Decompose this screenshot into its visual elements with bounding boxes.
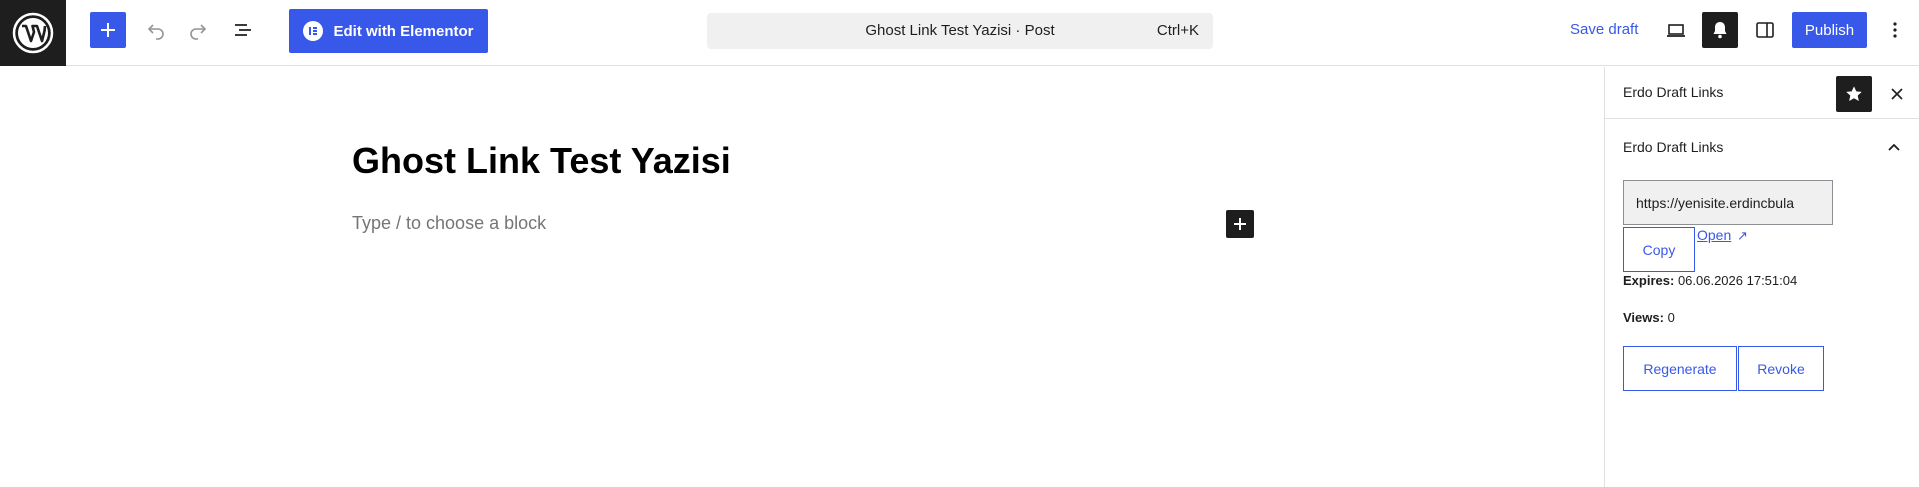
regenerate-link-button[interactable]: Regenerate xyxy=(1623,346,1737,391)
plugin-sidebar: Erdo Draft Links Erdo Draft Links Copy O… xyxy=(1604,67,1919,487)
options-menu-button[interactable] xyxy=(1877,12,1913,48)
expires-value: 06.06.2026 17:51:04 xyxy=(1677,273,1798,288)
command-bar-title: Ghost Link Test Yazisi · Post xyxy=(865,22,1055,39)
chevron-up-icon xyxy=(1888,143,1900,151)
editor-top-toolbar: Edit with Elementor Ghost Link Test Yazi… xyxy=(0,0,1919,66)
redo-button[interactable] xyxy=(180,12,216,48)
open-link[interactable]: Open xyxy=(1697,227,1731,243)
draft-link-url-field[interactable] xyxy=(1623,180,1833,225)
elementor-icon xyxy=(303,21,324,41)
panel-title: Erdo Draft Links xyxy=(1623,139,1724,155)
preview-button[interactable] xyxy=(1658,12,1694,48)
more-vertical-icon xyxy=(1893,22,1897,38)
revoke-link-button[interactable]: Revoke xyxy=(1738,346,1824,391)
undo-icon xyxy=(147,24,164,40)
list-view-icon xyxy=(235,24,251,36)
default-block-placeholder[interactable]: Type / to choose a block xyxy=(352,213,546,234)
expires-label: Expires: xyxy=(1623,273,1675,288)
notifications-button[interactable] xyxy=(1702,12,1738,48)
external-link-icon: ↗ xyxy=(1737,228,1748,243)
inline-block-inserter-button[interactable] xyxy=(1226,210,1254,238)
draft-links-panel-toggle[interactable]: Erdo Draft Links xyxy=(1623,139,1903,161)
close-sidebar-button[interactable] xyxy=(1881,78,1913,110)
star-icon xyxy=(1846,86,1862,102)
editor-canvas: Ghost Link Test Yazisi Type / to choose … xyxy=(0,67,1604,487)
views-label: Views: xyxy=(1623,310,1664,325)
settings-sidebar-toggle-button[interactable] xyxy=(1747,12,1783,48)
close-icon xyxy=(1891,88,1903,100)
copy-link-button[interactable]: Copy xyxy=(1623,227,1695,272)
edit-with-elementor-button[interactable]: Edit with Elementor xyxy=(289,9,488,53)
publish-button[interactable]: Publish xyxy=(1792,12,1867,48)
post-title[interactable]: Ghost Link Test Yazisi xyxy=(352,140,731,182)
expires-row: Expires: 06.06.2026 17:51:04 xyxy=(1623,273,1797,288)
views-value: 0 xyxy=(1667,310,1675,325)
wordpress-logo-button[interactable] xyxy=(0,0,66,66)
pin-sidebar-button[interactable] xyxy=(1836,76,1872,112)
bell-icon xyxy=(1713,22,1727,39)
sidebar-header: Erdo Draft Links xyxy=(1605,67,1919,119)
block-inserter-toggle-button[interactable] xyxy=(90,12,126,48)
desktop-preview-icon xyxy=(1667,24,1685,37)
document-overview-button[interactable] xyxy=(225,12,261,48)
command-bar-shortcut: Ctrl+K xyxy=(1156,22,1199,39)
plus-icon xyxy=(101,23,115,37)
plus-icon xyxy=(1234,218,1246,230)
sidebar-title: Erdo Draft Links xyxy=(1623,84,1724,100)
sidebar-toggle-icon xyxy=(1756,22,1774,38)
views-row: Views: 0 xyxy=(1623,310,1675,325)
undo-button[interactable] xyxy=(138,12,174,48)
save-draft-button[interactable]: Save draft xyxy=(1570,21,1638,38)
command-palette-button[interactable]: Ghost Link Test Yazisi · Post Ctrl+K xyxy=(707,13,1213,49)
redo-icon xyxy=(190,24,207,40)
edit-with-elementor-label: Edit with Elementor xyxy=(333,22,474,40)
wordpress-logo-icon xyxy=(12,12,54,54)
